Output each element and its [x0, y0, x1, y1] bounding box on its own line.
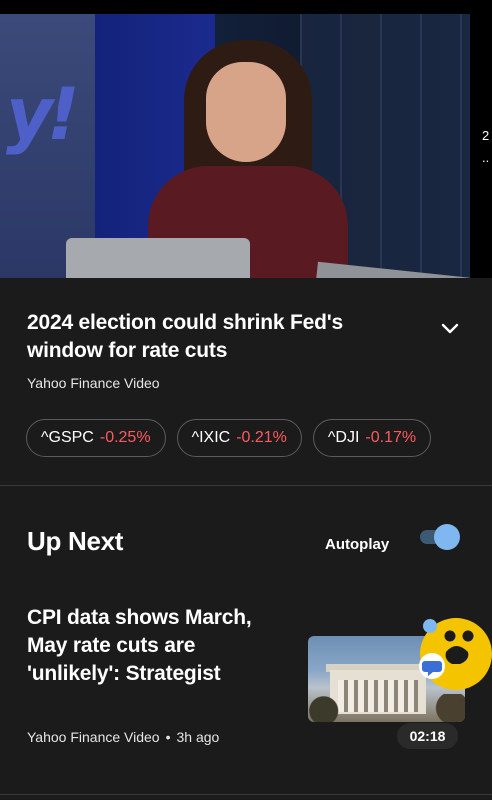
autoplay-toggle[interactable]: [420, 524, 462, 550]
ticker-change: -0.25%: [99, 429, 151, 446]
ticker-list: ^GSPC -0.25% ^IXIC -0.21% ^DJI -0.17%: [26, 419, 432, 457]
up-next-source: Yahoo Finance Video: [27, 729, 160, 745]
presenter-face: [206, 62, 286, 162]
peek-text-1: 2: [482, 128, 490, 143]
ticker-change: -0.21%: [236, 429, 287, 446]
duration-badge: 02:18: [397, 723, 458, 749]
article-panel: 2024 election could shrink Fed's window …: [0, 278, 492, 800]
article-source: Yahoo Finance Video: [27, 375, 160, 391]
peek-text-2: ..: [482, 150, 490, 165]
up-next-title[interactable]: CPI data shows March, May rate cuts are …: [27, 604, 267, 688]
article-headline: 2024 election could shrink Fed's window …: [27, 311, 344, 362]
up-next-meta: Yahoo Finance Video • 3h ago: [27, 729, 219, 745]
ticker-pill-dji[interactable]: ^DJI -0.17%: [312, 419, 432, 457]
ticker-symbol: ^IXIC: [191, 429, 231, 446]
emoji-assistant-icon[interactable]: [416, 614, 492, 692]
meta-separator: •: [165, 729, 171, 745]
thumb-trees: [308, 694, 465, 722]
ticker-pill-gspc[interactable]: ^GSPC -0.25%: [26, 419, 166, 457]
toggle-knob: [434, 524, 460, 550]
video-player[interactable]: y!: [0, 14, 470, 278]
top-status-strip: [0, 0, 492, 14]
studio-logo: y!: [6, 72, 80, 156]
up-next-age: 3h ago: [176, 729, 220, 745]
up-next-heading: Up Next: [27, 526, 124, 556]
ticker-pill-ixic[interactable]: ^IXIC -0.21%: [176, 419, 302, 457]
section-divider-bottom: [0, 794, 492, 795]
next-video-peek[interactable]: 2 ..: [470, 14, 492, 278]
section-divider: [0, 485, 492, 486]
ticker-symbol: ^GSPC: [41, 429, 94, 446]
laptop: [66, 238, 250, 278]
autoplay-label: Autoplay: [325, 536, 390, 553]
ticker-change: -0.17%: [365, 429, 417, 446]
chevron-down-icon[interactable]: [437, 316, 463, 342]
ticker-symbol: ^DJI: [327, 429, 360, 446]
